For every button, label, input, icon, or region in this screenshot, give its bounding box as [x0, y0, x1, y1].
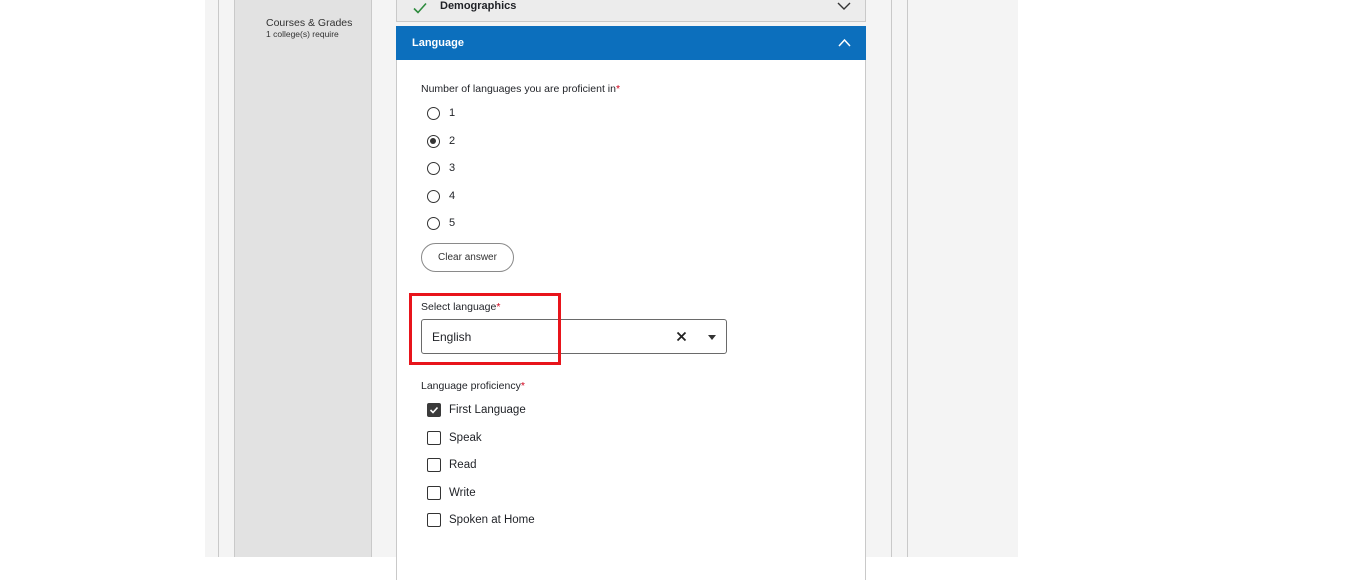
checkbox-label: Read — [449, 459, 477, 471]
checkbox[interactable] — [427, 513, 441, 527]
section-demographics-label: Demographics — [440, 0, 517, 12]
caret-down-icon[interactable] — [708, 335, 716, 340]
checkbox-first-language[interactable]: First Language — [427, 402, 526, 418]
sidebar-item-requirement: 1 college(s) require — [266, 29, 339, 39]
radio-button[interactable] — [427, 216, 440, 230]
radio-button[interactable] — [427, 189, 440, 203]
sidebar-item-label: Courses & Grades — [266, 17, 353, 29]
checkbox-read[interactable]: Read — [427, 457, 477, 473]
check-icon — [413, 2, 427, 14]
left-divider — [218, 0, 219, 557]
radio-option-5[interactable]: 5 — [427, 215, 455, 231]
checkbox-write[interactable]: Write — [427, 485, 476, 501]
radio-option-1[interactable]: 1 — [427, 105, 455, 121]
language-proficiency-question: Language proficiency* — [421, 380, 525, 392]
radio-label: 5 — [449, 217, 456, 229]
required-mark: * — [520, 380, 525, 392]
radio-label: 3 — [449, 162, 456, 174]
section-demographics-header[interactable]: Demographics — [396, 0, 866, 22]
checkmark-icon — [429, 406, 439, 414]
checkbox-label: Spoken at Home — [449, 514, 535, 526]
chevron-up-icon[interactable] — [838, 38, 851, 47]
checkbox-speak[interactable]: Speak — [427, 430, 482, 446]
sidebar: Courses & Grades 1 college(s) require — [234, 0, 372, 557]
clear-icon[interactable] — [676, 331, 687, 342]
radio-option-2[interactable]: 2 — [427, 133, 455, 149]
language-proficiency-question-text: Language proficiency — [421, 380, 521, 392]
radio-button-selected[interactable] — [427, 134, 440, 148]
sidebar-item-courses-grades[interactable]: Courses & Grades 1 college(s) require — [266, 17, 352, 39]
clear-answer-button[interactable]: Clear answer — [421, 243, 514, 272]
highlight-box — [409, 293, 561, 365]
checkbox-checked[interactable] — [427, 403, 441, 417]
radio-label: 2 — [449, 135, 456, 147]
radio-option-4[interactable]: 4 — [427, 188, 455, 204]
language-count-question: Number of languages you are proficient i… — [421, 83, 620, 95]
checkbox[interactable] — [427, 458, 441, 472]
language-count-question-text: Number of languages you are proficient i… — [421, 83, 616, 95]
right-divider — [891, 0, 892, 557]
required-mark: * — [615, 83, 621, 95]
section-language-header[interactable]: Language — [396, 26, 866, 60]
checkbox-spoken-at-home[interactable]: Spoken at Home — [427, 512, 535, 528]
right-panel — [908, 0, 1018, 557]
radio-button[interactable] — [427, 106, 440, 120]
checkbox-label: Speak — [449, 432, 482, 444]
radio-label: 1 — [449, 107, 456, 119]
radio-label: 4 — [449, 190, 456, 202]
checkbox[interactable] — [427, 486, 441, 500]
checkbox-label: First Language — [449, 404, 526, 416]
section-language-label: Language — [412, 37, 464, 49]
chevron-down-icon[interactable] — [837, 1, 851, 11]
radio-option-3[interactable]: 3 — [427, 160, 455, 176]
checkbox[interactable] — [427, 431, 441, 445]
checkbox-label: Write — [449, 487, 476, 499]
radio-button[interactable] — [427, 161, 440, 175]
